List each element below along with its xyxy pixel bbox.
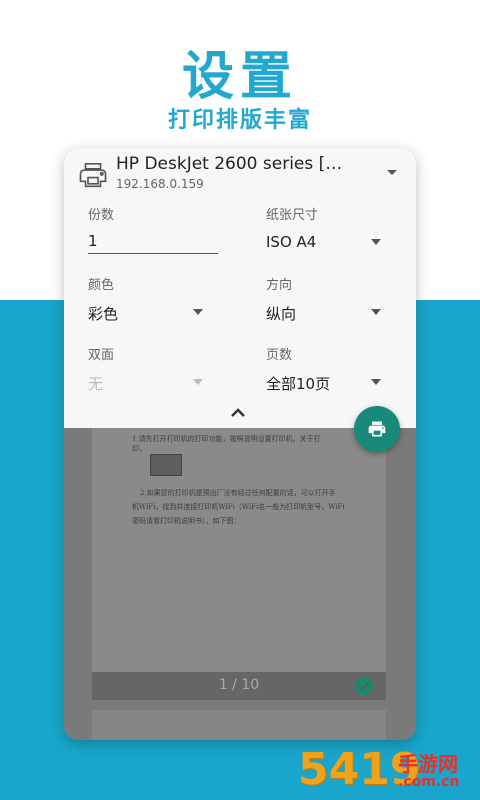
color-chevron-down-icon[interactable]	[192, 308, 204, 316]
print-button[interactable]	[354, 406, 400, 452]
preview-text-line: 密码请看打印机说明书）。如下图：	[132, 517, 241, 525]
pages-select[interactable]: 全部10页	[266, 373, 330, 394]
preview-text-line: 2.如果您的打印机是预出厂没有经过任何配置的话，可以打开手	[140, 489, 336, 497]
collapse-chevron-up-icon[interactable]	[230, 406, 246, 418]
duplex-chevron-down-icon	[193, 379, 203, 385]
check-circle-icon[interactable]	[354, 676, 374, 696]
page-indicator: 1 / 10	[218, 677, 260, 693]
color-select[interactable]: 彩色	[88, 303, 118, 324]
print-preview-page[interactable]: 1.请先打开打印机的打印功能，按照说明设置打印机，关于打 印， 2.如果您的打印…	[92, 428, 386, 672]
preview-text-line: 1.请先打开打印机的打印功能，按照说明设置打印机，关于打	[132, 435, 321, 443]
printer-ip: 192.168.0.159	[116, 177, 204, 191]
orientation-chevron-down-icon[interactable]	[370, 308, 382, 316]
color-label: 颜色	[88, 278, 115, 293]
copies-underline	[88, 253, 218, 254]
printer-dropdown-chevron-down-icon[interactable]	[386, 168, 398, 178]
paper-size-select[interactable]: ISO A4	[266, 233, 316, 251]
duplex-select: 无	[88, 375, 104, 393]
preview-page-bar: 1 / 10	[92, 672, 386, 700]
site-watermark-logo: 5419 手游网 .com.cn	[298, 740, 478, 798]
hero-title: 设置	[181, 47, 298, 107]
preview-text-line: 印，	[132, 445, 146, 453]
print-settings-panel: HP DeskJet 2600 series [… 192.168.0.159 …	[64, 148, 416, 428]
paper-size-chevron-down-icon[interactable]	[370, 238, 382, 246]
next-preview-page[interactable]	[92, 710, 386, 740]
printer-icon	[79, 162, 107, 188]
preview-text-line: 机WiFi，找到并连接打印机WiFi（WiFi名一般为打印机型号，WiFi	[132, 503, 345, 511]
orientation-label: 方向	[266, 278, 293, 293]
pages-label: 页数	[266, 348, 293, 363]
copies-input[interactable]: 1	[88, 232, 98, 250]
duplex-label: 双面	[88, 348, 115, 363]
preview-image	[150, 454, 182, 476]
orientation-select[interactable]: 纵向	[266, 303, 296, 324]
print-icon	[368, 421, 386, 437]
paper-size-label: 纸张尺寸	[266, 208, 319, 223]
watermark-domain: .com.cn	[398, 774, 460, 790]
hero-subtitle: 打印排版丰富	[167, 108, 312, 133]
copies-label: 份数	[88, 208, 115, 223]
printer-name[interactable]: HP DeskJet 2600 series […	[116, 154, 342, 174]
pages-chevron-down-icon[interactable]	[370, 378, 382, 386]
watermark-text: 手游网	[398, 752, 458, 776]
